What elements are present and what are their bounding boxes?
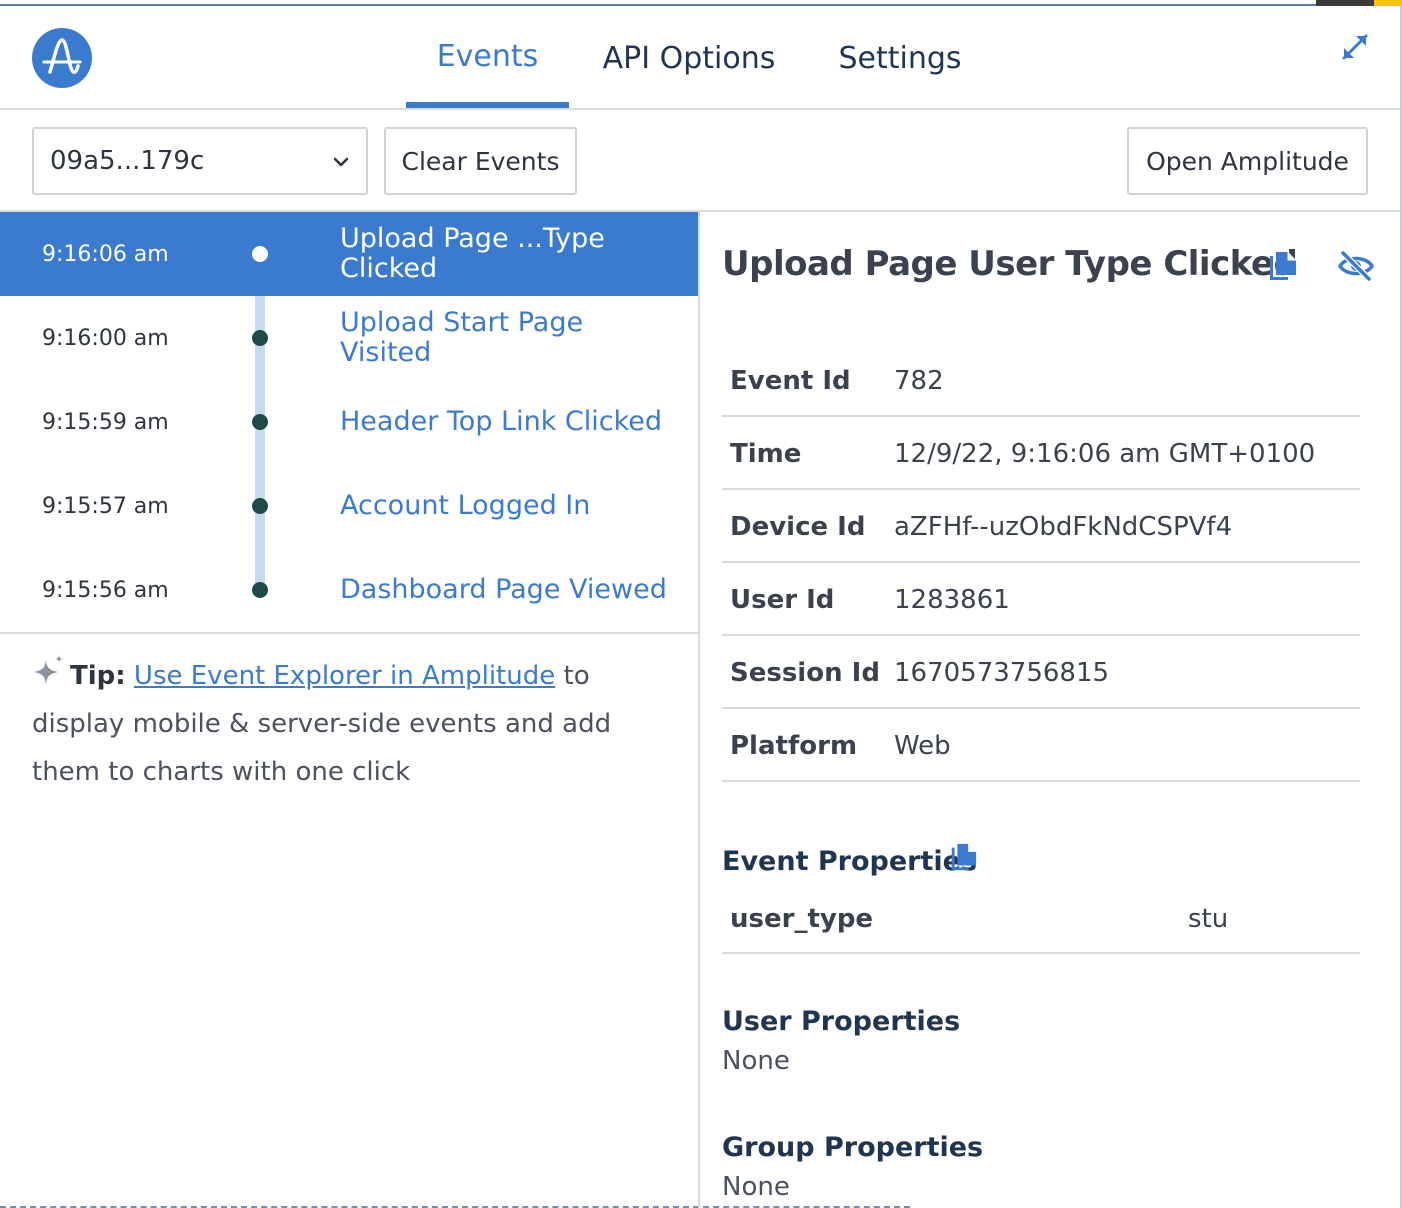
tip-label: Tip:	[70, 661, 126, 691]
timeline-dot	[252, 414, 268, 430]
expand-icon[interactable]	[1338, 30, 1372, 64]
table-row: user_type stu	[722, 888, 1360, 954]
field-key: User Id	[730, 584, 835, 615]
user-properties-title: User Properties	[722, 1006, 961, 1037]
timeline-dot	[252, 246, 268, 262]
event-time: 9:15:57 am	[42, 493, 169, 519]
event-name: Header Top Link Clicked	[340, 406, 663, 437]
toolbar: 09a5...179c Clear Events Open Amplitude	[0, 110, 1400, 212]
timeline-dot	[252, 582, 268, 598]
event-name: Upload Start Page Visited	[340, 307, 584, 368]
list-item[interactable]: 9:16:06 am Upload Page ...Type Clicked	[0, 212, 698, 296]
table-row: Device Id aZFHf--uzObdFkNdCSPVf4	[722, 490, 1360, 563]
list-item[interactable]: 9:15:56 am Dashboard Page Viewed	[0, 548, 698, 632]
field-key: Time	[730, 438, 802, 469]
field-value: Web	[894, 730, 951, 761]
field-key: Event Id	[730, 365, 851, 396]
property-key: user_type	[730, 904, 874, 934]
window-top-edge	[0, 0, 1402, 6]
event-detail-title: Upload Page User Type Clicked	[722, 244, 1298, 284]
field-value: 1670573756815	[894, 657, 1110, 688]
event-time: 9:15:56 am	[42, 577, 169, 603]
device-select-value: 09a5...179c	[50, 146, 205, 176]
window-corner-accent	[1374, 0, 1402, 6]
device-select[interactable]: 09a5...179c	[32, 127, 368, 195]
event-name: Upload Page ...Type Clicked	[340, 223, 605, 284]
chevron-down-icon	[333, 157, 349, 167]
sparkle-icon	[34, 655, 63, 685]
event-info-table: Event Id 782 Time 12/9/22, 9:16:06 am GM…	[722, 344, 1360, 782]
tab-events[interactable]: Events	[406, 8, 569, 108]
header: Events API Options Settings	[0, 8, 1400, 110]
table-row: Event Id 782	[722, 344, 1360, 417]
event-name: Account Logged In	[340, 490, 591, 521]
field-value: 1283861	[894, 584, 1010, 615]
event-time: 9:16:06 am	[42, 241, 169, 267]
table-row: Time 12/9/22, 9:16:06 am GMT+0100	[722, 417, 1360, 490]
copy-icon[interactable]	[1266, 250, 1298, 282]
list-item[interactable]: 9:15:59 am Header Top Link Clicked	[0, 380, 698, 464]
tab-api-options[interactable]: API Options	[569, 8, 809, 108]
list-item[interactable]: 9:16:00 am Upload Start Page Visited	[0, 296, 698, 380]
event-name: Dashboard Page Viewed	[340, 574, 667, 605]
table-row: User Id 1283861	[722, 563, 1360, 636]
tab-bar: Events API Options Settings	[406, 8, 991, 108]
amplitude-logo	[32, 28, 92, 88]
user-properties-value: None	[722, 1046, 790, 1076]
field-value: aZFHf--uzObdFkNdCSPVf4	[894, 511, 1233, 542]
field-value: 782	[894, 365, 944, 396]
open-amplitude-button[interactable]: Open Amplitude	[1127, 127, 1368, 195]
event-time: 9:15:59 am	[42, 409, 169, 435]
group-properties-title: Group Properties	[722, 1132, 984, 1163]
event-list-pane: 9:16:06 am Upload Page ...Type Clicked 9…	[0, 212, 700, 1208]
event-explorer-link[interactable]: Use Event Explorer in Amplitude	[134, 661, 555, 691]
group-properties-value: None	[722, 1172, 790, 1202]
clear-events-button[interactable]: Clear Events	[384, 127, 577, 195]
field-value: 12/9/22, 9:16:06 am GMT+0100	[894, 438, 1316, 469]
field-key: Session Id	[730, 657, 880, 688]
amplitude-logo-icon	[42, 38, 82, 74]
event-time: 9:16:00 am	[42, 325, 169, 351]
field-key: Platform	[730, 730, 858, 761]
list-item[interactable]: 9:15:57 am Account Logged In	[0, 464, 698, 548]
table-row: Platform Web	[722, 709, 1360, 782]
event-list: 9:16:06 am Upload Page ...Type Clicked 9…	[0, 212, 698, 634]
field-key: Device Id	[730, 511, 866, 542]
copy-icon[interactable]	[948, 842, 978, 872]
eye-off-icon[interactable]	[1338, 250, 1374, 282]
timeline-dot	[252, 498, 268, 514]
timeline-dot	[252, 330, 268, 346]
tab-settings[interactable]: Settings	[809, 8, 991, 108]
table-row: Session Id 1670573756815	[722, 636, 1360, 709]
property-value: stu	[1188, 904, 1229, 934]
tip-text: Tip: Use Event Explorer in Amplitude to …	[32, 652, 682, 796]
event-detail-pane: Upload Page User Type Clicked Event Id 7…	[702, 212, 1400, 1208]
event-properties-title: Event Properties	[722, 846, 978, 877]
